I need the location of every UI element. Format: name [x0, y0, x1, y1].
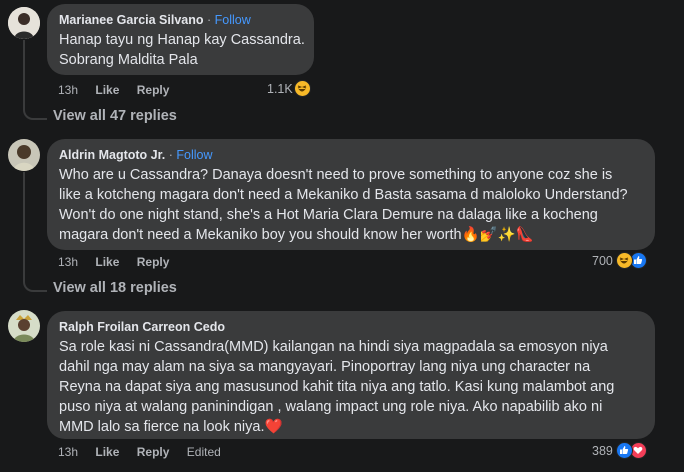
comment-bubble: Aldrin Magtoto Jr. · Follow Who are u Ca…	[47, 139, 655, 250]
thread-elbow	[23, 278, 47, 292]
author-line: Marianee Garcia Silvano · Follow	[59, 12, 302, 28]
avatar-image	[8, 7, 40, 39]
follow-button[interactable]: Follow	[215, 13, 251, 27]
reaction-count: 700	[592, 253, 613, 268]
comment-line: Reyna na dapat siya ang masusunod kahit …	[59, 379, 615, 395]
follow-button[interactable]: Follow	[176, 148, 212, 162]
reaction-summary[interactable]: 1.1K	[267, 80, 311, 97]
author-name[interactable]: Marianee Garcia Silvano	[59, 13, 204, 27]
comment-line: MMD lalo sa fierce na look niya.❤️	[59, 419, 283, 435]
comment-text: Hanap tayu ng Hanap kay Cassandra. Sobra…	[59, 30, 305, 70]
reaction-summary[interactable]: 389	[592, 442, 647, 459]
comment-line: Who are u Cassandra? Danaya doesn't need…	[59, 167, 613, 183]
haha-icon	[615, 252, 633, 269]
reply-button[interactable]: Reply	[137, 445, 170, 459]
thread-elbow	[23, 106, 47, 120]
reaction-summary[interactable]: 700	[592, 252, 647, 269]
reaction-count: 1.1K	[267, 81, 293, 96]
comment-line: like a kotcheng magara don't need a Meka…	[59, 187, 628, 203]
separator-dot: ·	[168, 148, 173, 162]
comment-line: Sobrang Maldita Pala	[59, 52, 198, 68]
edited-label: Edited	[186, 445, 221, 459]
comment-actions: 13h Like Reply	[58, 83, 183, 97]
comment-bubble: Marianee Garcia Silvano · Follow Hanap t…	[47, 4, 314, 75]
view-replies-link[interactable]: View all 18 replies	[53, 280, 177, 296]
separator-dot: ·	[207, 13, 212, 27]
comment-text: Sa role kasi ni Cassandra(MMD) kailangan…	[59, 337, 643, 437]
author-name[interactable]: Aldrin Magtoto Jr.	[59, 148, 165, 162]
avatar-image	[8, 310, 40, 342]
comment-actions: 13h Like Reply	[58, 255, 183, 269]
like-button[interactable]: Like	[95, 83, 119, 97]
comment-line: magara don't need a Mekaniko boy you sho…	[59, 227, 534, 243]
avatar[interactable]	[8, 139, 40, 171]
avatar[interactable]	[8, 310, 40, 342]
comment-line: puso niya at walang paninindigan , walan…	[59, 399, 603, 415]
comment-text: Who are u Cassandra? Danaya doesn't need…	[59, 165, 643, 245]
thread-line	[23, 40, 25, 106]
haha-icon	[293, 80, 311, 97]
thread-line	[23, 172, 25, 279]
comment-line: dahil nga may alam na siya sa mangyayari…	[59, 359, 591, 375]
avatar-image	[8, 139, 40, 171]
like-button[interactable]: Like	[95, 255, 119, 269]
reaction-count: 389	[592, 443, 613, 458]
timestamp[interactable]: 13h	[58, 255, 78, 269]
comment-line: Hanap tayu ng Hanap kay Cassandra.	[59, 32, 305, 48]
reply-button[interactable]: Reply	[137, 83, 170, 97]
comment-bubble: Ralph Froilan Carreon Cedo Sa role kasi …	[47, 311, 655, 439]
view-replies-link[interactable]: View all 47 replies	[53, 108, 177, 124]
comment-actions: 13h Like Reply Edited	[58, 445, 235, 459]
comment-line: Won't do one night stand, she's a Hot Ma…	[59, 207, 598, 223]
like-button[interactable]: Like	[95, 445, 119, 459]
timestamp[interactable]: 13h	[58, 445, 78, 459]
timestamp[interactable]: 13h	[58, 83, 78, 97]
comment-line: Sa role kasi ni Cassandra(MMD) kailangan…	[59, 339, 608, 355]
author-name[interactable]: Ralph Froilan Carreon Cedo	[59, 320, 225, 334]
avatar[interactable]	[8, 7, 40, 39]
author-line: Aldrin Magtoto Jr. · Follow	[59, 147, 643, 163]
author-line: Ralph Froilan Carreon Cedo	[59, 319, 643, 335]
reply-button[interactable]: Reply	[137, 255, 170, 269]
like-icon	[615, 442, 633, 459]
